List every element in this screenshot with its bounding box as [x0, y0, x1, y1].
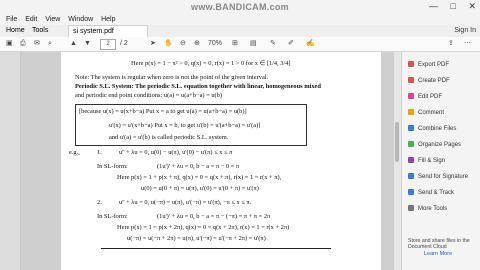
- tool-export-pdf[interactable]: Export PDF: [408, 60, 449, 70]
- menu-view[interactable]: View: [45, 16, 60, 23]
- print-icon[interactable]: ⎙: [20, 39, 26, 49]
- tool-create-pdf[interactable]: Create PDF: [408, 76, 450, 86]
- vertical-scrollbar[interactable]: [394, 52, 400, 270]
- tool-send-for-signature[interactable]: Send for Signature: [408, 172, 468, 182]
- title-bar: www.BANDICAM.com — □ ✕: [0, 0, 480, 14]
- doc-line: u(−π) = u(−π + 2π) = u(π), u'(−π) = u'(−…: [127, 235, 266, 242]
- close-icon[interactable]: ✕: [468, 1, 476, 11]
- tab-tools[interactable]: Tools: [28, 25, 52, 37]
- email-icon[interactable]: ✉: [34, 39, 40, 49]
- more-tools-icon: [408, 205, 414, 212]
- menu-bar: File Edit View Window Help: [0, 14, 480, 25]
- tool-organize-pages[interactable]: Organize Pages: [408, 140, 461, 150]
- send-track-icon: [408, 189, 414, 196]
- bracket-box: [75, 104, 307, 146]
- search-icon[interactable]: ⌕: [48, 39, 52, 49]
- edit-pdf-icon: [408, 93, 414, 100]
- more-options-icon[interactable]: ⋯: [464, 39, 471, 49]
- tool-fill-sign[interactable]: Fill & Sign: [408, 156, 445, 166]
- doc-number: 1.: [97, 149, 102, 156]
- menu-edit[interactable]: Edit: [25, 16, 37, 23]
- menu-help[interactable]: Help: [101, 16, 115, 23]
- page-total: / 2: [120, 40, 128, 47]
- left-navigation-pane[interactable]: [0, 52, 21, 270]
- tool-comment[interactable]: Comment: [408, 108, 444, 118]
- doc-line: Here p(x) = 1 + p(x + π), q(x) = 0 = q(x…: [117, 174, 282, 181]
- highlight-icon[interactable]: ✐: [288, 39, 294, 49]
- toolbar: ▣ ⎙ ✉ ⌕ ▲ ▼ 2 / 2 ➤ ✋ ⊖ ⊕ 70% ⊞ ▤ ✎ ✐ ✍ …: [0, 37, 480, 52]
- zoom-level[interactable]: 70%: [208, 39, 222, 49]
- tool-edit-pdf[interactable]: Edit PDF: [408, 92, 442, 102]
- comment-icon[interactable]: ✎: [270, 39, 276, 49]
- tool-more-tools[interactable]: More Tools: [408, 204, 447, 214]
- zoom-in-icon[interactable]: ⊕: [194, 39, 200, 49]
- pdf-page: Here p(x) = 1 − x² > 0, q(x) = 0, r(x) =…: [61, 52, 381, 270]
- doc-line: (1u')' + λu = 0, b − a = π − 0 = π: [157, 163, 240, 170]
- doc-line: u'' + λu = 0, u(0) − u(π), u'(0) − u'(π)…: [119, 149, 233, 156]
- doc-line: (1u')' + λu = 0, b − a = π − (−π) = π + …: [157, 213, 271, 220]
- tool-combine-files[interactable]: Combine Files: [408, 124, 456, 134]
- comment-tool-icon: [408, 109, 414, 116]
- doc-note: Note: The system is regular when zero is…: [75, 74, 269, 81]
- zoom-out-icon[interactable]: ⊖: [180, 39, 186, 49]
- learn-more-link[interactable]: Learn More: [424, 251, 452, 257]
- doc-line: u(0) = u(0 + π) = u(π), u'(0) = u'(0 + π…: [141, 185, 259, 192]
- menu-file[interactable]: File: [6, 16, 17, 23]
- scroll-mode-icon[interactable]: ▤: [250, 39, 257, 49]
- menu-window[interactable]: Window: [68, 16, 93, 23]
- page-number-input[interactable]: 2: [100, 39, 116, 50]
- doc-line: Here p(x) = 1 = p(x + 2π), q(x) = 0 = q(…: [117, 224, 290, 231]
- doc-line: and periodic end point conditions: u(a) …: [75, 92, 222, 99]
- doc-heading: Periodic S.L. System: The periodic S.L. …: [75, 83, 321, 90]
- send-signature-icon: [408, 173, 414, 180]
- scrollbar-thumb[interactable]: [395, 122, 399, 162]
- combine-files-icon: [408, 125, 414, 132]
- window-controls: — □ ✕: [419, 1, 476, 12]
- tool-send-track[interactable]: Send & Track: [408, 188, 454, 198]
- sign-in-link[interactable]: Sign In: [454, 25, 476, 37]
- watermark: www.BANDICAM.com: [191, 2, 289, 12]
- doc-line: In SL-form:: [97, 213, 128, 220]
- tools-pane: Export PDF Create PDF Edit PDF Comment C…: [401, 52, 480, 270]
- maximize-icon[interactable]: □: [451, 1, 456, 11]
- doc-line: In SL-form:: [97, 163, 128, 170]
- export-pdf-icon: [408, 61, 414, 68]
- create-pdf-icon: [408, 77, 414, 84]
- hand-tool-icon[interactable]: ✋: [164, 39, 173, 49]
- doc-line: Here p(x) = 1 − x² > 0, q(x) = 0, r(x) =…: [131, 60, 291, 67]
- minimize-icon[interactable]: —: [429, 1, 438, 11]
- page-rule: [101, 248, 331, 249]
- select-tool-icon[interactable]: ➤: [150, 39, 156, 49]
- doc-line: u'' + λu = 0, u(−π) = u(π), u'(−π) = u'(…: [119, 199, 252, 206]
- tab-home[interactable]: Home: [2, 25, 29, 37]
- document-cloud-note: Store and share files in the Document Cl…: [408, 238, 470, 250]
- share-icon[interactable]: ⇪: [448, 39, 454, 49]
- save-icon[interactable]: ▣: [6, 39, 13, 49]
- doc-label: e.g.,: [69, 149, 80, 156]
- doc-number: 2.: [97, 199, 102, 206]
- fit-page-icon[interactable]: ⊞: [232, 39, 238, 49]
- prev-page-icon[interactable]: ▲: [70, 39, 77, 49]
- sign-icon[interactable]: ✍: [306, 39, 315, 49]
- fill-sign-icon: [408, 157, 414, 164]
- next-page-icon[interactable]: ▼: [84, 39, 91, 49]
- document-viewer[interactable]: Here p(x) = 1 − x² > 0, q(x) = 0, r(x) =…: [21, 52, 400, 270]
- organize-pages-icon: [408, 141, 414, 148]
